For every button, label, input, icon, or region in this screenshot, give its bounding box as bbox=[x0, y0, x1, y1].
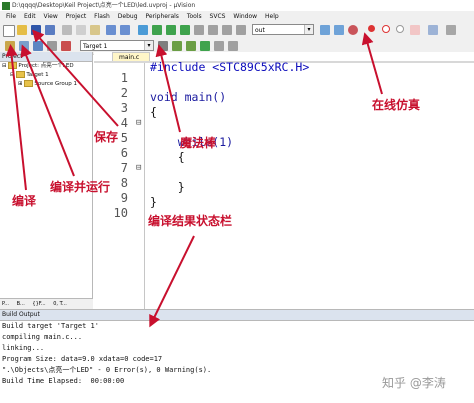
arrow-status-bar bbox=[149, 235, 195, 328]
annotation-save: 保存 bbox=[94, 130, 119, 144]
arrow-wand bbox=[155, 44, 181, 133]
annotation-build-run: 编译并运行 bbox=[50, 180, 111, 194]
annotation-magic-wand: 魔法棒 bbox=[180, 136, 217, 150]
arrow-compile bbox=[5, 44, 27, 191]
annotation-simulate: 在线仿真 bbox=[372, 98, 421, 112]
annotation-compile: 编译 bbox=[12, 194, 37, 208]
annotation-arrows bbox=[5, 29, 383, 328]
watermark: 知乎 @李涛 bbox=[382, 376, 446, 390]
arrow-simulate bbox=[361, 32, 383, 95]
annotation-status-bar: 编译结果状态栏 bbox=[148, 214, 233, 228]
